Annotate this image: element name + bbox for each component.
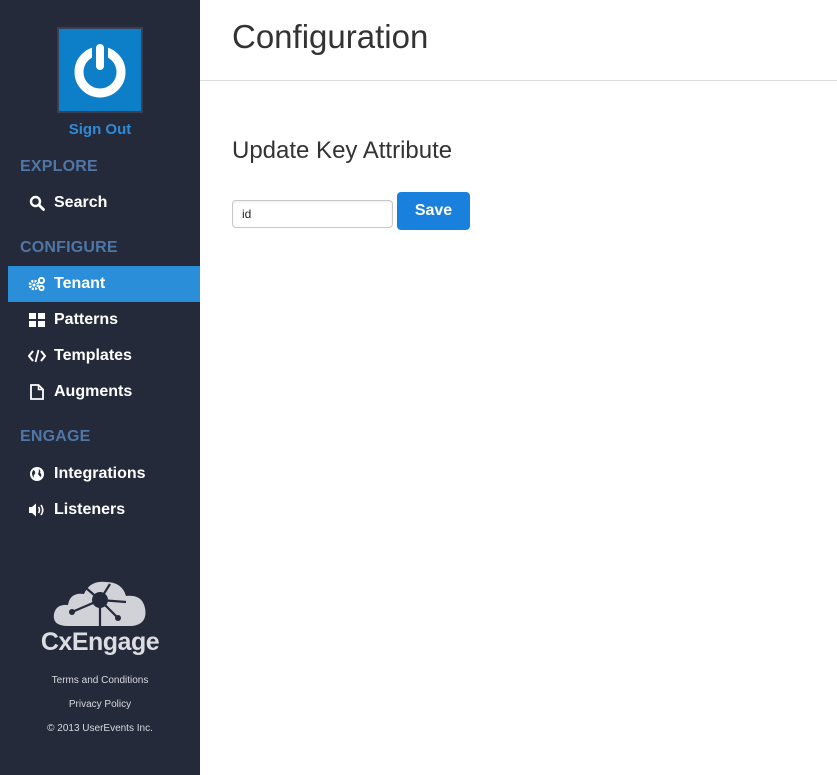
search-icon: [28, 194, 46, 212]
speaker-icon: [28, 501, 46, 519]
save-button[interactable]: Save: [397, 192, 470, 230]
brand-logo: [0, 578, 200, 633]
sidebar-item-templates[interactable]: Templates: [8, 338, 200, 374]
sidebar-item-patterns[interactable]: Patterns: [8, 302, 200, 338]
sidebar-item-augments[interactable]: Augments: [8, 374, 200, 410]
sidebar-item-label: Tenant: [54, 275, 106, 292]
sidebar-item-label: Search: [54, 194, 108, 211]
brand-name: CxEngage: [40, 628, 160, 656]
main-content: Configuration Update Key Attribute Save: [200, 0, 837, 775]
sidebar-item-label: Templates: [54, 347, 132, 364]
sidebar-item-label: Augments: [54, 383, 133, 400]
power-button[interactable]: [57, 27, 143, 113]
cloud-network-icon: [53, 581, 146, 626]
sidebar-item-search[interactable]: Search: [8, 185, 200, 221]
privacy-link[interactable]: Privacy Policy: [0, 699, 200, 710]
sidebar-item-label: Integrations: [54, 465, 146, 482]
file-icon: [28, 383, 46, 401]
grid-icon: [28, 311, 46, 329]
power-icon: [74, 42, 126, 98]
section-explore: EXPLORE: [20, 158, 98, 175]
sidebar-item-integrations[interactable]: Integrations: [8, 456, 200, 492]
sidebar-item-label: Patterns: [54, 311, 119, 328]
gears-icon: [28, 275, 46, 293]
globe-icon: [28, 465, 46, 483]
sidebar-item-listeners[interactable]: Listeners: [8, 492, 200, 528]
power-tile-inner: [59, 29, 141, 111]
section-title: Update Key Attribute: [232, 137, 453, 164]
key-attribute-input[interactable]: [232, 200, 393, 228]
sidebar: Sign Out EXPLORE Search CONFIGURE Tenant…: [0, 0, 200, 775]
section-engage: ENGAGE: [20, 428, 91, 445]
terms-link[interactable]: Terms and Conditions: [0, 675, 200, 686]
code-icon: [28, 347, 46, 365]
page-title: Configuration: [232, 18, 429, 55]
copyright-text: © 2013 UserEvents Inc.: [47, 723, 153, 734]
app: Sign Out EXPLORE Search CONFIGURE Tenant…: [0, 0, 837, 775]
sign-out-link[interactable]: Sign Out: [0, 121, 200, 138]
header-divider: [200, 80, 837, 81]
sidebar-item-tenant[interactable]: Tenant: [8, 266, 200, 302]
sidebar-item-label: Listeners: [54, 501, 126, 518]
section-configure: CONFIGURE: [20, 239, 118, 256]
